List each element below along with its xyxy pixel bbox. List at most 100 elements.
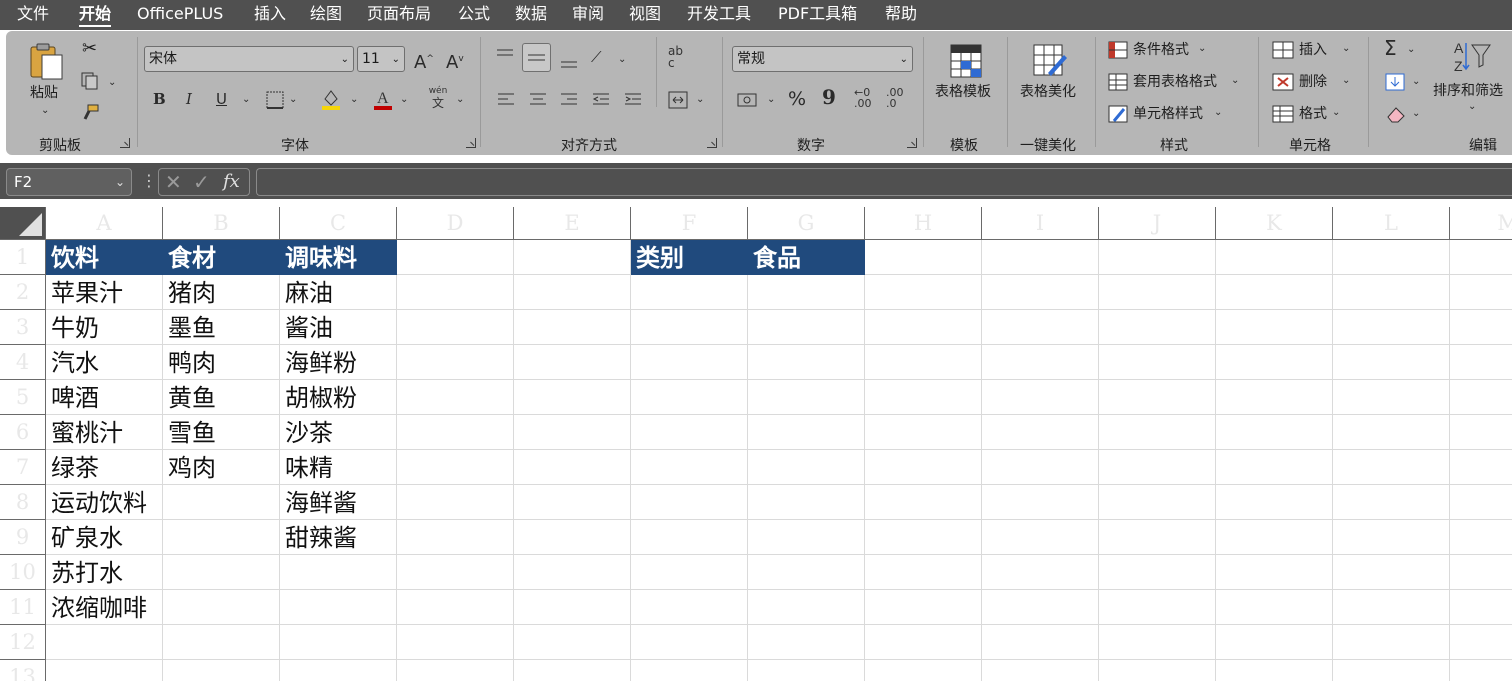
align-bottom-icon[interactable]	[559, 53, 579, 75]
enter-icon[interactable]: ✓	[193, 170, 210, 194]
cell-b7[interactable]: 鸡肉	[163, 450, 279, 485]
row-header-12[interactable]: 12	[0, 625, 46, 660]
row-header-1[interactable]: 1	[0, 240, 46, 275]
underline-dropdown-icon[interactable]: ⌄	[242, 95, 250, 105]
format-as-table-button[interactable]: 套用表格格式	[1133, 73, 1217, 91]
number-format-select[interactable]: 常规 ⌄	[732, 46, 913, 72]
format-cells-button[interactable]: 格式	[1299, 105, 1327, 123]
paste-dropdown-icon[interactable]: ⌄	[41, 106, 49, 116]
cell-styles-icon[interactable]	[1108, 105, 1128, 127]
cell-a8[interactable]: 运动饮料	[46, 485, 162, 520]
font-launcher-icon[interactable]	[466, 138, 476, 148]
column-header-l[interactable]: L	[1333, 207, 1450, 240]
formula-input[interactable]	[256, 168, 1512, 196]
format-cells-icon[interactable]	[1272, 105, 1294, 127]
sort-filter-button[interactable]: 排序和筛选	[1433, 82, 1503, 100]
clear-dropdown-icon[interactable]: ⌄	[1412, 109, 1420, 119]
cell-a11[interactable]: 浓缩咖啡	[46, 590, 162, 625]
column-header-d[interactable]: D	[397, 207, 514, 240]
menu-insert[interactable]: 插入	[254, 3, 286, 25]
row-header-9[interactable]: 9	[0, 520, 46, 555]
conditional-format-button[interactable]: 条件格式	[1133, 41, 1189, 59]
clipboard-launcher-icon[interactable]	[120, 138, 130, 148]
accounting-dropdown-icon[interactable]: ⌄	[767, 95, 775, 105]
format-as-table-icon[interactable]	[1108, 73, 1128, 95]
paste-icon[interactable]	[28, 41, 66, 87]
cell-c7[interactable]: 味精	[280, 450, 396, 485]
orientation-dropdown-icon[interactable]: ⌄	[618, 55, 626, 65]
decrease-font-icon[interactable]: Av	[446, 49, 464, 73]
cut-icon[interactable]: ✂	[82, 40, 97, 58]
cell-c9[interactable]: 甜辣酱	[280, 520, 396, 555]
menu-home[interactable]: 开始	[79, 3, 112, 27]
column-header-g[interactable]: G	[748, 207, 865, 240]
cell-b3[interactable]: 墨鱼	[163, 310, 279, 345]
menu-data[interactable]: 数据	[515, 3, 547, 25]
menu-formulas[interactable]: 公式	[458, 3, 490, 25]
insert-cells-icon[interactable]	[1272, 41, 1294, 63]
name-box[interactable]: F2 ⌄	[6, 168, 132, 196]
row-header-4[interactable]: 4	[0, 345, 46, 380]
menu-draw[interactable]: 绘图	[310, 3, 342, 25]
row-header-2[interactable]: 2	[0, 275, 46, 310]
cancel-icon[interactable]: ✕	[165, 170, 182, 194]
align-center-icon[interactable]	[528, 91, 548, 113]
row-header-10[interactable]: 10	[0, 555, 46, 590]
cell-g1[interactable]: 食品	[748, 240, 865, 275]
row-header-13[interactable]: 13	[0, 660, 46, 681]
font-color-icon[interactable]: A	[372, 87, 394, 115]
bold-icon[interactable]: B	[153, 89, 166, 109]
column-header-m[interactable]: M	[1450, 207, 1512, 240]
cell-f1[interactable]: 类别	[631, 240, 748, 275]
cell-a10[interactable]: 苏打水	[46, 555, 162, 590]
table-template-button[interactable]: 表格模板	[935, 83, 991, 101]
cell-c2[interactable]: 麻油	[280, 275, 396, 310]
table-template-icon[interactable]	[949, 43, 983, 83]
orientation-icon[interactable]: ⟋	[591, 47, 602, 67]
insert-cells-button[interactable]: 插入	[1299, 41, 1327, 59]
column-header-b[interactable]: B	[163, 207, 280, 240]
menu-review[interactable]: 审阅	[572, 3, 604, 25]
column-header-j[interactable]: J	[1099, 207, 1216, 240]
more-options-icon[interactable]: ⋮	[141, 171, 157, 190]
cell-a7[interactable]: 绿茶	[46, 450, 162, 485]
sort-filter-icon[interactable]: A Z	[1454, 39, 1494, 79]
copy-icon[interactable]	[80, 71, 100, 95]
menu-officeplus[interactable]: OfficePLUS	[137, 3, 223, 25]
table-beautify-button[interactable]: 表格美化	[1020, 83, 1076, 101]
cell-b1[interactable]: 食材	[163, 240, 280, 275]
cell-b6[interactable]: 雪鱼	[163, 415, 279, 450]
merge-center-icon[interactable]	[667, 90, 689, 114]
alignment-launcher-icon[interactable]	[707, 138, 717, 148]
decrease-decimal-icon[interactable]: .00.0	[886, 87, 904, 109]
menu-help[interactable]: 帮助	[885, 3, 917, 25]
cell-a5[interactable]: 啤酒	[46, 380, 162, 415]
number-launcher-icon[interactable]	[907, 138, 917, 148]
align-top-icon[interactable]	[495, 47, 515, 69]
cell-c3[interactable]: 酱油	[280, 310, 396, 345]
row-header-6[interactable]: 6	[0, 415, 46, 450]
cell-a4[interactable]: 汽水	[46, 345, 162, 380]
insert-function-icon[interactable]: fx	[223, 171, 240, 192]
autosum-dropdown-icon[interactable]: ⌄	[1407, 45, 1415, 55]
cell-c5[interactable]: 胡椒粉	[280, 380, 396, 415]
percent-icon[interactable]: %	[788, 89, 806, 109]
row-header-5[interactable]: 5	[0, 380, 46, 415]
cell-c6[interactable]: 沙茶	[280, 415, 396, 450]
table-beautify-icon[interactable]	[1032, 43, 1068, 83]
cell-a6[interactable]: 蜜桃汁	[46, 415, 162, 450]
font-size-select[interactable]: 11 ⌄	[357, 46, 405, 72]
fill-color-icon[interactable]	[320, 87, 342, 115]
delete-cells-button[interactable]: 删除	[1299, 73, 1327, 91]
border-dropdown-icon[interactable]: ⌄	[289, 95, 297, 105]
font-name-select[interactable]: 宋体 ⌄	[144, 46, 354, 72]
cell-b4[interactable]: 鸭肉	[163, 345, 279, 380]
underline-icon[interactable]: U	[216, 89, 227, 109]
align-right-icon[interactable]	[559, 91, 579, 113]
conditional-format-icon[interactable]	[1108, 41, 1128, 63]
fill-icon[interactable]	[1385, 73, 1405, 95]
font-color-dropdown-icon[interactable]: ⌄	[400, 95, 408, 105]
increase-indent-icon[interactable]	[623, 91, 643, 113]
cell-c4[interactable]: 海鲜粉	[280, 345, 396, 380]
fill-color-dropdown-icon[interactable]: ⌄	[350, 95, 358, 105]
